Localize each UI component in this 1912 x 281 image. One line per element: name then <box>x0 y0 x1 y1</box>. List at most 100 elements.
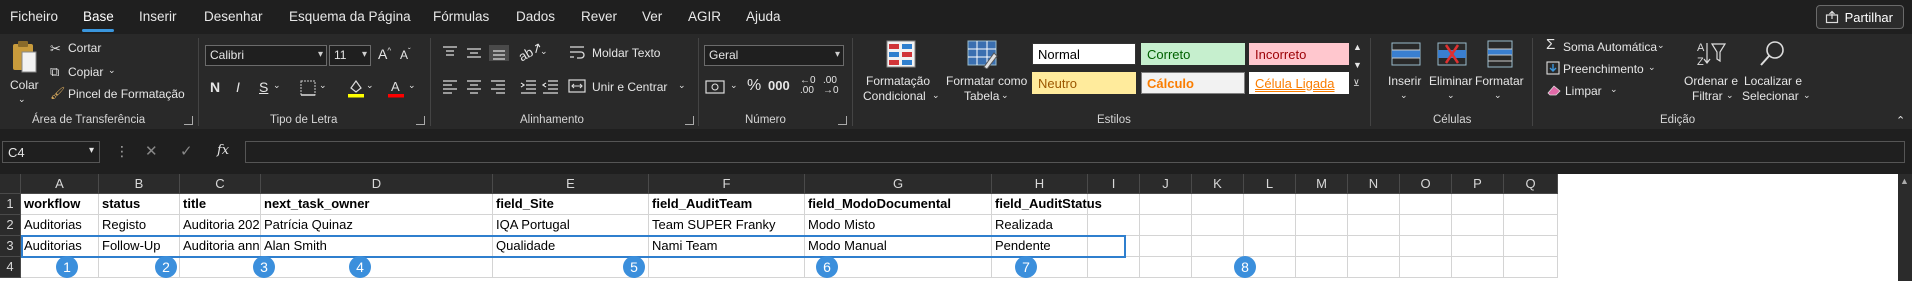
sort-filter-label-1[interactable]: Ordenar e <box>1684 74 1738 88</box>
font-name-dropdown[interactable]: Calibri ▾ <box>205 45 327 66</box>
vertical-scrollbar[interactable]: ▲ <box>1898 174 1912 281</box>
cell[interactable] <box>1504 257 1558 278</box>
underline-dropdown-icon[interactable]: ⌄ <box>273 80 281 91</box>
menu-ajuda[interactable]: Ajuda <box>746 9 781 24</box>
cell[interactable] <box>1244 236 1296 257</box>
menu-rever[interactable]: Rever <box>581 9 617 24</box>
style-correto[interactable]: Correto <box>1141 43 1245 65</box>
cell[interactable] <box>992 257 1088 278</box>
autosum-icon[interactable]: Σ <box>1546 36 1555 53</box>
row-header[interactable]: 2 <box>0 215 21 236</box>
cell[interactable]: Qualidade <box>493 236 649 257</box>
format-dropdown-icon[interactable]: ⌄ <box>1494 90 1502 101</box>
clear-label[interactable]: Limpar <box>1565 84 1602 98</box>
menu-base[interactable]: Base <box>83 9 114 24</box>
find-dropdown-icon[interactable]: ⌄ <box>1803 90 1811 101</box>
merge-center-icon[interactable] <box>568 78 586 94</box>
find-select-label-2[interactable]: Selecionar <box>1742 89 1799 103</box>
cell[interactable] <box>261 257 493 278</box>
accounting-dropdown-icon[interactable]: ⌄ <box>730 80 738 91</box>
format-as-table-label-2[interactable]: Tabela <box>964 89 999 103</box>
enter-icon[interactable]: ✓ <box>180 142 193 160</box>
cell[interactable] <box>1296 194 1348 215</box>
cell[interactable] <box>1400 215 1452 236</box>
cut-icon[interactable]: ✂ <box>50 41 61 57</box>
menu-inserir[interactable]: Inserir <box>139 9 177 24</box>
cell[interactable]: Alan Smith <box>261 236 493 257</box>
alignment-launcher-icon[interactable] <box>685 116 694 125</box>
delete-cells-label[interactable]: Eliminar <box>1429 74 1472 88</box>
format-cells-icon[interactable] <box>1484 39 1516 69</box>
collapse-ribbon-icon[interactable]: ⌃ <box>1896 114 1905 127</box>
menu-agir[interactable]: AGIR <box>688 9 721 24</box>
clipboard-launcher-icon[interactable] <box>184 116 193 125</box>
cell[interactable] <box>1088 215 1140 236</box>
column-header[interactable]: F <box>649 174 805 194</box>
cell[interactable] <box>1504 236 1558 257</box>
menu-dados[interactable]: Dados <box>516 9 555 24</box>
cell[interactable] <box>1452 215 1504 236</box>
format-cells-label[interactable]: Formatar <box>1475 74 1524 88</box>
wrap-text-label[interactable]: Moldar Texto <box>592 46 660 60</box>
menu-ficheiro[interactable]: Ficheiro <box>10 9 58 24</box>
sort-filter-icon[interactable]: A Z <box>1696 39 1726 69</box>
cell[interactable] <box>1140 194 1192 215</box>
cell[interactable] <box>1504 215 1558 236</box>
decrease-decimal-icon[interactable]: .00 →0 <box>823 76 839 96</box>
increase-decimal-icon[interactable]: ←0.00 <box>800 76 816 96</box>
menu-ver[interactable]: Ver <box>642 9 662 24</box>
fill-dropdown-icon[interactable]: ⌄ <box>1648 62 1656 73</box>
insert-cells-label[interactable]: Inserir <box>1388 74 1421 88</box>
format-as-table-label-1[interactable]: Formatar como <box>946 74 1027 88</box>
conditional-dropdown-icon[interactable]: ⌄ <box>932 90 940 101</box>
column-header[interactable]: E <box>493 174 649 194</box>
row-header[interactable]: 1 <box>0 194 21 215</box>
menu-esquema-pagina[interactable]: Esquema da Página <box>289 9 411 24</box>
find-select-icon[interactable] <box>1758 38 1788 68</box>
cell[interactable] <box>1244 215 1296 236</box>
cell[interactable] <box>1088 257 1140 278</box>
menu-desenhar[interactable]: Desenhar <box>204 9 263 24</box>
clear-dropdown-icon[interactable]: ⌄ <box>1610 84 1618 95</box>
cell[interactable] <box>1452 257 1504 278</box>
column-header[interactable]: P <box>1452 174 1504 194</box>
cell[interactable] <box>1192 215 1244 236</box>
cell[interactable]: title <box>180 194 261 215</box>
cell[interactable] <box>1452 236 1504 257</box>
thousands-separator-icon[interactable]: 000 <box>768 78 790 93</box>
cell[interactable] <box>649 257 805 278</box>
cell[interactable]: workflow <box>21 194 99 215</box>
cell[interactable] <box>1192 194 1244 215</box>
gallery-scroll-down-icon[interactable]: ▼ <box>1353 60 1362 70</box>
percent-icon[interactable]: % <box>747 77 761 95</box>
column-header[interactable]: H <box>992 174 1088 194</box>
cell[interactable]: Pendente <box>992 236 1088 257</box>
column-header[interactable]: D <box>261 174 493 194</box>
cell[interactable] <box>1400 194 1452 215</box>
cell[interactable] <box>1244 194 1296 215</box>
sort-filter-label-2[interactable]: Filtrar <box>1692 89 1723 103</box>
cell[interactable] <box>1400 236 1452 257</box>
column-header[interactable]: A <box>21 174 99 194</box>
font-color-icon[interactable]: A <box>387 78 405 98</box>
more-options-icon[interactable]: ⋮ <box>115 143 129 160</box>
font-size-dropdown[interactable]: 11 ▾ <box>329 45 371 66</box>
cell[interactable]: field_AuditStatus <box>992 194 1102 215</box>
conditional-formatting-label-1[interactable]: Formatação <box>866 74 930 88</box>
horizontal-align-icons[interactable] <box>441 79 511 95</box>
cell[interactable] <box>1192 236 1244 257</box>
fill-icon[interactable] <box>1546 61 1560 75</box>
paste-dropdown-icon[interactable]: ⌄ <box>18 94 26 105</box>
paste-label[interactable]: Colar <box>10 78 39 92</box>
insert-cells-icon[interactable] <box>1390 39 1422 69</box>
style-calculo[interactable]: Cálculo <box>1141 72 1245 94</box>
cell[interactable] <box>1088 236 1140 257</box>
autosum-dropdown-icon[interactable]: ⌄ <box>1657 40 1665 51</box>
column-header[interactable]: K <box>1192 174 1244 194</box>
column-header[interactable]: J <box>1140 174 1192 194</box>
copy-label[interactable]: Copiar <box>68 65 103 79</box>
cell[interactable] <box>1400 257 1452 278</box>
font-launcher-icon[interactable] <box>416 116 425 125</box>
orientation-dropdown-icon[interactable]: ⌄ <box>540 46 548 57</box>
cell[interactable]: Modo Manual <box>805 236 992 257</box>
